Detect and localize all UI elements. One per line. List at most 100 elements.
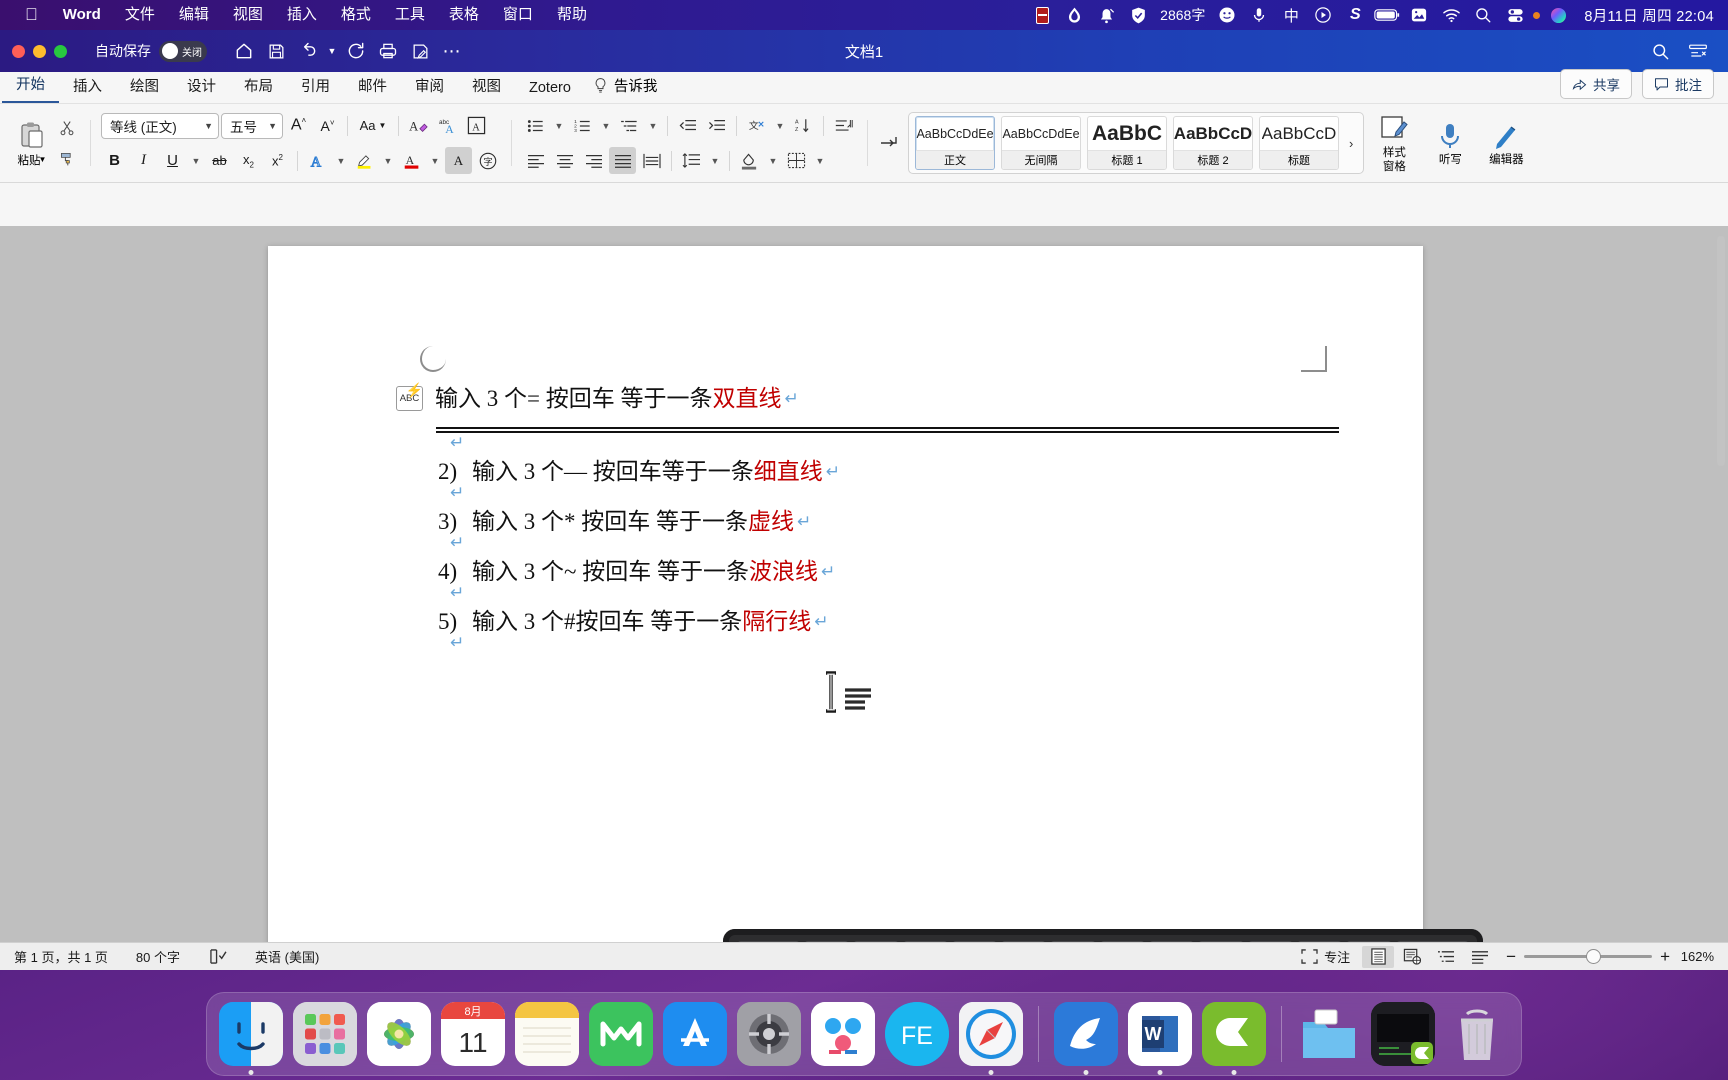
style-card-body[interactable]: AaBbCcDdEe 正文	[915, 116, 995, 170]
chevron-down-icon[interactable]: ▼	[551, 112, 567, 139]
siri-icon[interactable]	[1542, 0, 1574, 30]
undo-icon[interactable]	[293, 37, 323, 65]
change-case-button[interactable]: Aa ▼	[354, 112, 392, 139]
clear-formatting-icon[interactable]: A	[405, 112, 432, 139]
search-icon[interactable]	[1644, 36, 1676, 66]
dock-item-notes[interactable]	[515, 1002, 579, 1066]
style-card-no-spacing[interactable]: AaBbCcDdEe 无间隔	[1001, 116, 1081, 170]
input-method-chinese-icon[interactable]: 中	[1275, 0, 1307, 30]
tab-home[interactable]: 开始	[2, 69, 59, 103]
dock-item-calendar[interactable]: 8月 11	[441, 1002, 505, 1066]
cleaner-icon[interactable]	[1058, 0, 1090, 30]
justify-button[interactable]	[609, 147, 636, 174]
multilevel-list-icon[interactable]	[616, 112, 643, 139]
dock-item-xmind[interactable]	[589, 1002, 653, 1066]
increase-indent-icon[interactable]	[703, 112, 730, 139]
zoom-out-button[interactable]: −	[1506, 947, 1516, 967]
save-as-icon[interactable]	[405, 37, 435, 65]
paragraph-dialog-launcher-icon[interactable]	[874, 130, 904, 157]
autosave-toggle[interactable]: 关闭	[159, 40, 207, 62]
character-border-icon[interactable]: A	[463, 112, 490, 139]
dock-item-eagle[interactable]	[1054, 1002, 1118, 1075]
editor-button[interactable]: 编辑器	[1478, 119, 1534, 167]
screenshot-icon[interactable]	[1403, 0, 1435, 30]
highlight-color-icon[interactable]	[351, 147, 378, 174]
wifi-icon[interactable]	[1435, 0, 1467, 30]
tab-review[interactable]: 审阅	[401, 71, 458, 103]
menu-item-table[interactable]: 表格	[437, 0, 491, 30]
menu-item-help[interactable]: 帮助	[545, 0, 599, 30]
align-right-icon[interactable]	[580, 147, 607, 174]
ribbon-options-icon[interactable]	[1682, 36, 1714, 66]
styles-pane-button[interactable]: 样式 窗格	[1366, 112, 1422, 174]
dock-item-foxit-editor[interactable]: FE	[885, 1002, 949, 1066]
tab-mailings[interactable]: 邮件	[344, 71, 401, 103]
text-effects-icon[interactable]: A	[304, 147, 331, 174]
align-left-icon[interactable]	[522, 147, 549, 174]
format-painter-icon[interactable]	[56, 148, 78, 170]
dock-item-trash[interactable]	[1445, 1002, 1509, 1066]
zoom-level[interactable]: 162%	[1672, 949, 1714, 964]
tab-draw[interactable]: 绘图	[116, 71, 173, 103]
page-indicator[interactable]: 第 1 页，共 1 页	[0, 947, 122, 966]
underline-button[interactable]: U	[159, 147, 186, 174]
apple-logo-icon[interactable]: 	[12, 0, 51, 30]
menu-item-format[interactable]: 格式	[329, 0, 383, 30]
chevron-down-icon[interactable]: ▼	[268, 121, 277, 131]
language-indicator[interactable]: 英语 (美国)	[241, 947, 333, 966]
dock-item-app-store[interactable]	[663, 1002, 727, 1066]
document-page[interactable]: ABC ⚡ 输入 3 个= 按回车 等于一条 双直线 ↵ ↵ 2) 输入 3 个…	[268, 246, 1483, 942]
document-line[interactable]: ABC ⚡ 输入 3 个= 按回车 等于一条 双直线 ↵	[396, 383, 1363, 411]
chevron-down-icon[interactable]: ▼	[812, 147, 828, 174]
show-formatting-marks-icon[interactable]	[830, 112, 857, 139]
media-play-icon[interactable]	[1307, 0, 1339, 30]
dock-item-baidu-netdisk[interactable]	[811, 1002, 875, 1066]
document-line[interactable]: 5) 输入 3 个#按回车 等于一条 隔行线 ↵	[438, 610, 1363, 633]
dock-item-finder[interactable]	[219, 1002, 283, 1075]
chevron-down-icon[interactable]: ▼	[204, 121, 213, 131]
tab-references[interactable]: 引用	[287, 71, 344, 103]
notification-bell-icon[interactable]	[1090, 0, 1122, 30]
enclose-character-icon[interactable]: 字	[474, 147, 501, 174]
close-window-button[interactable]	[12, 44, 25, 58]
decrease-indent-icon[interactable]	[674, 112, 701, 139]
shield-icon[interactable]	[1122, 0, 1154, 30]
comment-button[interactable]: 批注	[1642, 69, 1714, 99]
print-layout-view-button[interactable]	[1362, 945, 1395, 968]
bold-button[interactable]: B	[101, 147, 128, 174]
italic-button[interactable]: I	[130, 147, 157, 174]
more-icon[interactable]: ⋯	[437, 37, 467, 65]
chevron-down-icon[interactable]: ▼	[772, 112, 788, 139]
character-shading-button[interactable]: A	[445, 147, 472, 174]
sogou-input-icon[interactable]: S	[1339, 0, 1371, 30]
share-button[interactable]: 共享	[1560, 69, 1632, 99]
focus-mode-button[interactable]: 专注	[1291, 947, 1360, 966]
chevron-down-icon[interactable]: ▼	[765, 147, 781, 174]
numbering-icon[interactable]: 123	[569, 112, 596, 139]
document-text-body[interactable]: ABC ⚡ 输入 3 个= 按回车 等于一条 双直线 ↵ ↵ 2) 输入 3 个…	[396, 383, 1363, 660]
line-spacing-icon[interactable]	[678, 147, 705, 174]
zoom-handle[interactable]	[1586, 949, 1602, 964]
styles-more-chevron-icon[interactable]: ›	[1345, 136, 1357, 151]
outline-view-button[interactable]	[1430, 946, 1462, 968]
tell-me-box[interactable]: 告诉我	[585, 71, 670, 103]
maximize-window-button[interactable]	[54, 44, 67, 58]
cut-icon[interactable]	[56, 117, 78, 139]
home-icon[interactable]	[229, 37, 259, 65]
menu-item-window[interactable]: 窗口	[491, 0, 545, 30]
font-family-combo[interactable]: 等线 (正文) ▼	[101, 112, 219, 139]
borders-icon[interactable]	[783, 147, 810, 174]
font-color-icon[interactable]: A	[398, 147, 425, 174]
chevron-down-icon[interactable]: ▼	[333, 147, 349, 174]
scrollbar-thumb[interactable]	[1717, 236, 1725, 466]
document-line[interactable]: 3) 输入 3 个* 按回车 等于一条 虚线 ↵	[438, 510, 1363, 533]
tab-insert[interactable]: 插入	[59, 71, 116, 103]
screen-record-icon[interactable]	[1026, 0, 1058, 30]
zoom-in-button[interactable]: +	[1660, 947, 1670, 967]
dock-item-safari[interactable]	[959, 1002, 1023, 1075]
asian-layout-icon[interactable]: 文	[743, 112, 770, 139]
menu-item-edit[interactable]: 编辑	[167, 0, 221, 30]
dock-item-camtasia[interactable]	[1202, 1002, 1266, 1075]
chevron-down-icon[interactable]: ▼	[39, 155, 47, 164]
emoji-icon[interactable]	[1211, 0, 1243, 30]
